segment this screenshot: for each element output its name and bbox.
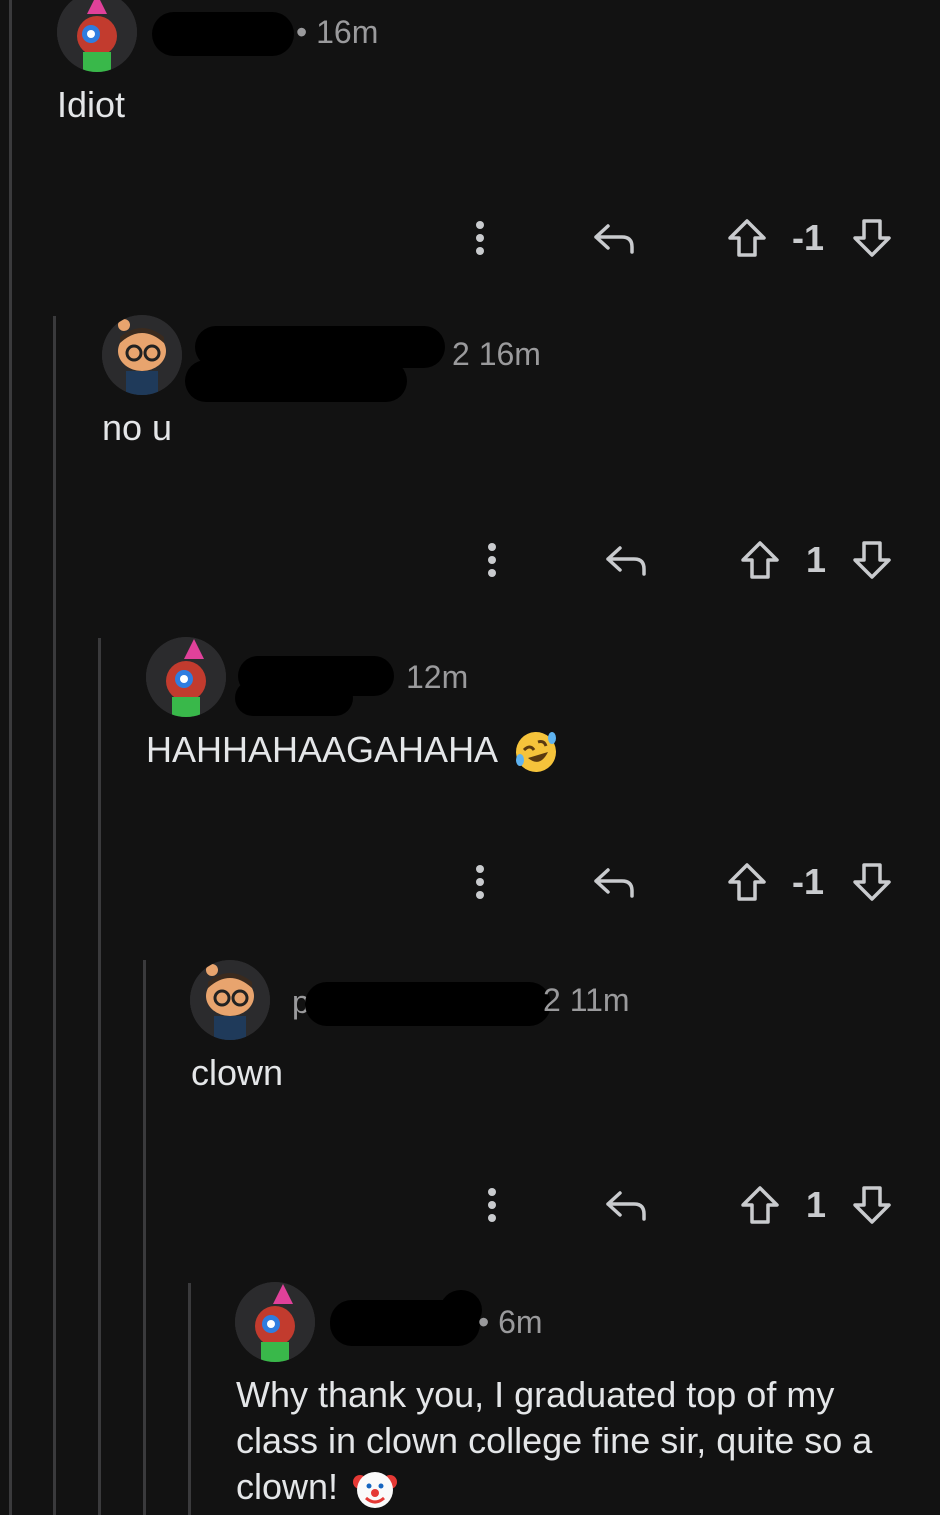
comment-body: Idiot	[57, 84, 126, 125]
comment-actions: -1	[0, 208, 940, 268]
comment-body: no u	[102, 407, 173, 448]
vote-score: 1	[805, 1184, 827, 1225]
downvote-icon[interactable]	[848, 852, 896, 912]
reply-icon[interactable]	[600, 530, 652, 590]
rolling-laughing-emoji-icon	[512, 728, 560, 776]
downvote-icon[interactable]	[848, 208, 896, 268]
glasses-snoo-avatar-icon[interactable]	[190, 960, 270, 1040]
thread-line-level-3[interactable]	[143, 960, 146, 1515]
comment-text: Why thank you, I graduated top of my cla…	[236, 1374, 873, 1507]
more-options-icon[interactable]	[472, 530, 512, 590]
comment-actions: 1	[0, 530, 940, 590]
upvote-icon[interactable]	[723, 208, 771, 268]
more-options-icon[interactable]	[472, 1175, 512, 1235]
upvote-icon[interactable]	[723, 852, 771, 912]
reply-icon[interactable]	[588, 208, 640, 268]
comment-actions: 1	[0, 1175, 940, 1235]
glasses-snoo-avatar-icon[interactable]	[102, 315, 182, 395]
redacted-username	[440, 1290, 482, 1330]
upvote-icon[interactable]	[736, 1175, 784, 1235]
vote-score: 1	[805, 539, 827, 580]
comment-time: 2 16m	[452, 336, 541, 372]
redacted-username	[185, 360, 407, 402]
redacted-username	[235, 680, 353, 716]
comment-body: HAHHAHAAGAHAHA	[146, 727, 560, 776]
reply-icon[interactable]	[600, 1175, 652, 1235]
downvote-icon[interactable]	[848, 530, 896, 590]
comment-body: clown	[191, 1052, 284, 1093]
upvote-icon[interactable]	[736, 530, 784, 590]
thread-line-level-2[interactable]	[98, 638, 101, 1515]
thread-line-level-4[interactable]	[188, 1283, 191, 1515]
more-options-icon[interactable]	[460, 208, 500, 268]
comment-time: 12m	[406, 659, 469, 695]
redacted-username	[152, 12, 294, 56]
comment-time: 2 11m	[543, 982, 630, 1018]
vote-score: -1	[791, 217, 824, 258]
redacted-username	[305, 982, 551, 1026]
comment-time: • 6m	[478, 1304, 543, 1340]
comment-body: Why thank you, I graduated top of my cla…	[236, 1372, 926, 1512]
downvote-icon[interactable]	[848, 1175, 896, 1235]
clown-emoji-icon	[352, 1466, 398, 1512]
comment-actions: -1	[0, 852, 940, 912]
vote-score: -1	[791, 861, 824, 902]
thread-line-level-1[interactable]	[53, 316, 56, 1515]
party-zombie-avatar-icon[interactable]	[146, 637, 226, 717]
more-options-icon[interactable]	[460, 852, 500, 912]
comment-text: HAHHAHAAGAHAHA	[146, 729, 497, 770]
party-zombie-avatar-icon[interactable]	[57, 0, 137, 72]
comment-time: • 16m	[296, 14, 379, 50]
party-zombie-avatar-icon[interactable]	[235, 1282, 315, 1362]
reply-icon[interactable]	[588, 852, 640, 912]
